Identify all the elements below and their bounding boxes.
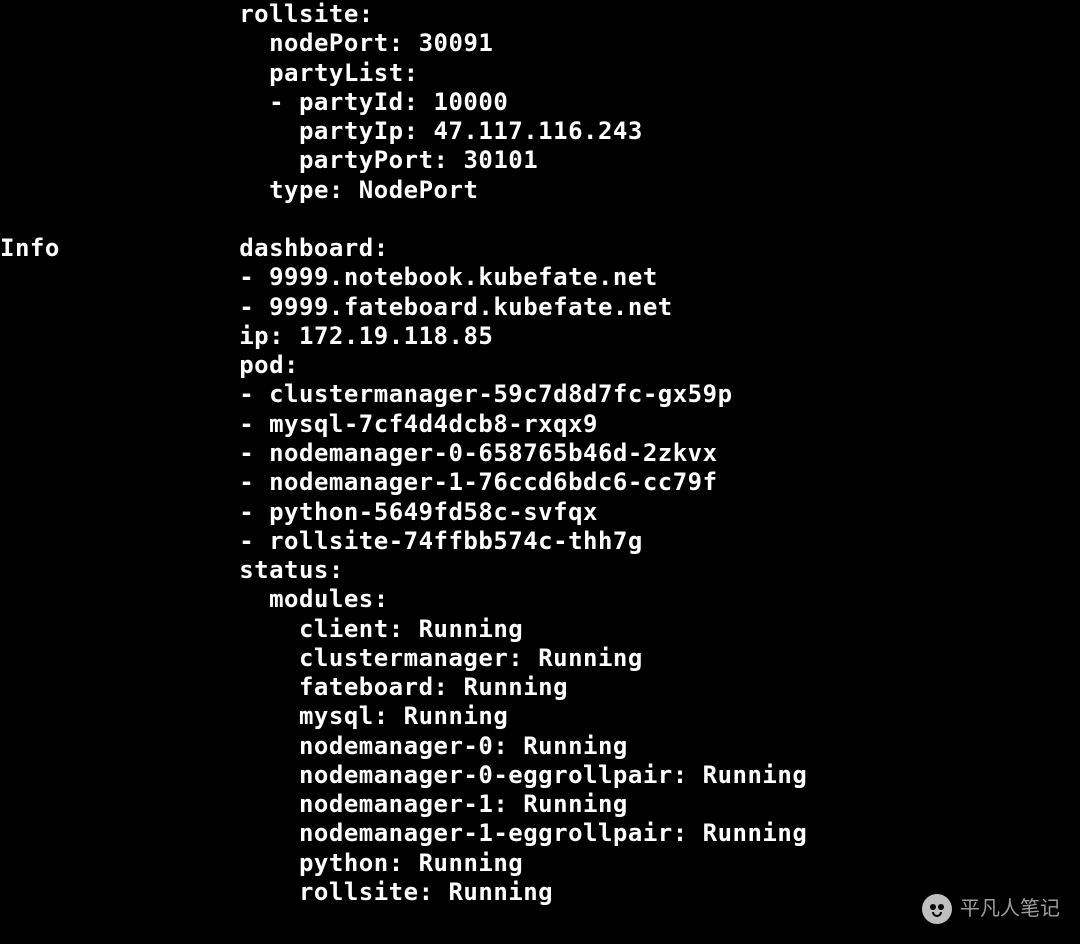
watermark: 平凡人笔记 xyxy=(922,894,1060,924)
pod-item-1: - mysql-7cf4d4dcb8-rxqx9 xyxy=(0,410,598,438)
pod-item-2: - nodemanager-0-658765b46d-2zkvx xyxy=(0,439,718,467)
pod-label: pod: xyxy=(0,351,299,379)
partyip-line: partyIp: 47.117.116.243 xyxy=(0,117,643,145)
pod-item-0: - clustermanager-59c7d8d7fc-gx59p xyxy=(0,380,733,408)
wechat-icon xyxy=(922,894,952,924)
pod-item-4: - python-5649fd58c-svfqx xyxy=(0,498,598,526)
dashboard-item-1: - 9999.fateboard.kubefate.net xyxy=(0,293,673,321)
module-item-5: nodemanager-0-eggrollpair: Running xyxy=(0,761,807,789)
type-line: type: NodePort xyxy=(0,176,478,204)
pod-item-3: - nodemanager-1-76ccd6bdc6-cc79f xyxy=(0,468,718,496)
nodeport-line: nodePort: 30091 xyxy=(0,29,493,57)
module-item-0: client: Running xyxy=(0,615,523,643)
watermark-text: 平凡人笔记 xyxy=(960,897,1060,921)
info-label: Info xyxy=(0,234,60,262)
module-item-7: nodemanager-1-eggrollpair: Running xyxy=(0,819,807,847)
module-item-3: mysql: Running xyxy=(0,702,508,730)
pod-item-5: - rollsite-74ffbb574c-thh7g xyxy=(0,527,643,555)
modules-label: modules: xyxy=(0,585,389,613)
dashboard-item-0: - 9999.notebook.kubefate.net xyxy=(0,263,658,291)
ip-line: ip: 172.19.118.85 xyxy=(0,322,493,350)
module-item-2: fateboard: Running xyxy=(0,673,568,701)
rollsite-label: rollsite: xyxy=(0,0,374,28)
module-item-1: clustermanager: Running xyxy=(0,644,643,672)
partyid-line: - partyId: 10000 xyxy=(0,88,508,116)
module-item-9: rollsite: Running xyxy=(0,878,553,906)
partylist-label: partyList: xyxy=(0,59,419,87)
module-item-6: nodemanager-1: Running xyxy=(0,790,628,818)
partyport-line: partyPort: 30101 xyxy=(0,146,538,174)
dashboard-label: dashboard: xyxy=(60,234,389,262)
status-label: status: xyxy=(0,556,344,584)
module-item-4: nodemanager-0: Running xyxy=(0,732,628,760)
module-item-8: python: Running xyxy=(0,849,523,877)
terminal-output: rollsite: nodePort: 30091 partyList: - p… xyxy=(0,0,1080,907)
